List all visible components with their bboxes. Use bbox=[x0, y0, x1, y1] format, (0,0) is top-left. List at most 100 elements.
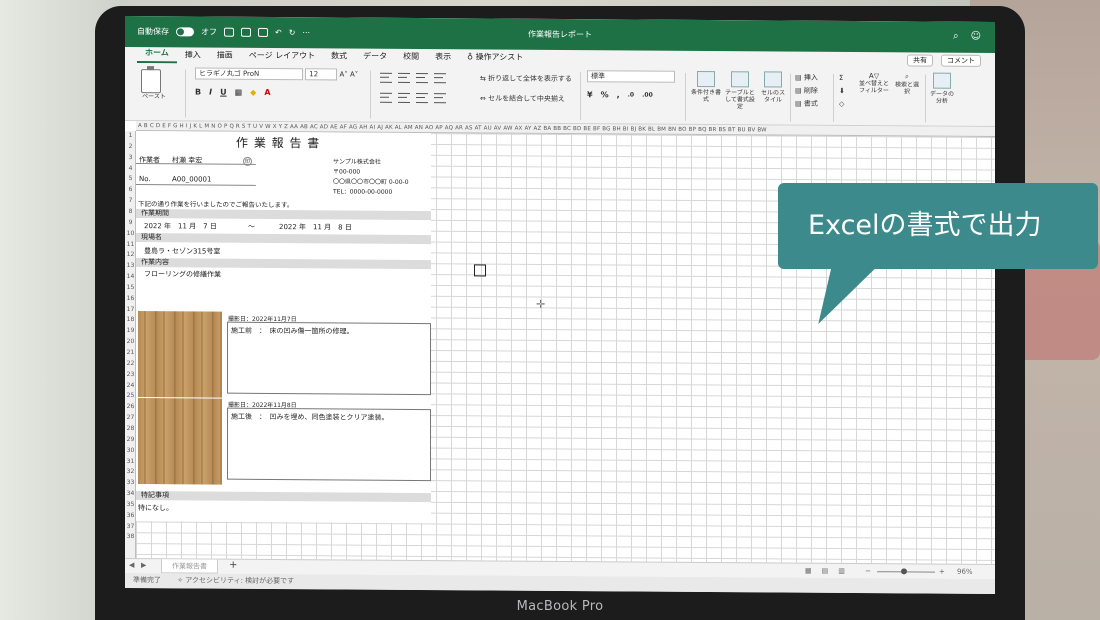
row-number[interactable]: 24 bbox=[125, 382, 136, 389]
search-icon[interactable]: ⌕ bbox=[953, 31, 959, 42]
comment-button[interactable]: コメント bbox=[941, 54, 981, 67]
page-layout-view-icon[interactable]: ▤ bbox=[822, 567, 829, 575]
zoom-in-icon[interactable]: + bbox=[939, 568, 945, 576]
row-number[interactable]: 16 bbox=[125, 295, 136, 302]
row-number[interactable]: 28 bbox=[125, 425, 136, 432]
table-format-button[interactable]: テーブルとして書式設定 bbox=[723, 71, 757, 110]
font-size-select[interactable]: 12 bbox=[305, 68, 338, 81]
sort-filter-button[interactable]: A▽ 並べ替えとフィルター bbox=[857, 72, 891, 94]
row-number[interactable]: 13 bbox=[125, 262, 136, 269]
tab-home[interactable]: ホーム bbox=[137, 47, 177, 64]
row-number[interactable]: 5 bbox=[125, 175, 136, 182]
orientation-icon[interactable] bbox=[434, 73, 446, 84]
row-number[interactable]: 20 bbox=[125, 338, 136, 345]
row-number[interactable]: 29 bbox=[125, 436, 136, 443]
conditional-format-button[interactable]: 条件付き書式 bbox=[691, 70, 721, 103]
row-number[interactable]: 15 bbox=[125, 284, 136, 291]
row-number[interactable]: 1 bbox=[125, 132, 136, 139]
increase-decimal-icon[interactable]: .0 bbox=[628, 91, 634, 98]
align-top-icon[interactable] bbox=[380, 72, 392, 83]
row-number[interactable]: 7 bbox=[125, 197, 136, 204]
row-number[interactable]: 34 bbox=[125, 490, 136, 497]
cell-style-button[interactable]: セルのスタイル bbox=[759, 71, 787, 104]
shrink-font-icon[interactable]: A˅ bbox=[350, 71, 358, 79]
merge-center-button[interactable]: ⇔ セルを結合して中央揃え bbox=[480, 93, 572, 104]
align-middle-icon[interactable] bbox=[398, 72, 410, 83]
format-cells-button[interactable]: ▤ 書式 bbox=[795, 98, 818, 111]
row-number[interactable]: 27 bbox=[125, 414, 136, 421]
fill-icon[interactable]: ⬇ bbox=[839, 85, 845, 98]
align-bottom-icon[interactable] bbox=[416, 72, 428, 84]
font-name-select[interactable]: ヒラギノ丸ゴ ProN bbox=[195, 67, 303, 81]
align-center-icon[interactable] bbox=[398, 92, 410, 103]
find-select-button[interactable]: ⌕ 検索と選択 bbox=[893, 72, 921, 95]
number-format-select[interactable]: 標準 bbox=[587, 70, 675, 83]
row-number[interactable]: 8 bbox=[125, 208, 136, 215]
row-number[interactable]: 18 bbox=[125, 316, 136, 323]
row-number[interactable]: 22 bbox=[125, 360, 136, 367]
sheet-tab[interactable]: 作業報告書 bbox=[161, 559, 218, 574]
page-break-view-icon[interactable]: ▥ bbox=[838, 567, 845, 575]
account-icon[interactable]: ☺ bbox=[971, 31, 981, 42]
tab-page-layout[interactable]: ページ レイアウト bbox=[241, 50, 323, 65]
row-number[interactable]: 4 bbox=[125, 165, 136, 172]
border-icon[interactable]: ▦ bbox=[235, 88, 243, 97]
row-number[interactable]: 3 bbox=[125, 154, 136, 161]
row-number[interactable]: 35 bbox=[125, 501, 136, 508]
row-number[interactable]: 37 bbox=[125, 523, 136, 530]
row-number[interactable]: 10 bbox=[125, 230, 136, 237]
zoom-out-icon[interactable]: − bbox=[865, 567, 871, 575]
paste-button[interactable]: ペースト bbox=[135, 67, 173, 100]
tell-me[interactable]: ♁ 操作アシスト bbox=[459, 51, 531, 66]
row-number[interactable]: 9 bbox=[125, 219, 136, 226]
italic-button[interactable]: I bbox=[209, 88, 212, 97]
indent-icon[interactable] bbox=[434, 93, 446, 104]
tab-view[interactable]: 表示 bbox=[427, 51, 459, 65]
data-analysis-button[interactable]: データの分析 bbox=[929, 72, 955, 105]
row-number[interactable]: 6 bbox=[125, 186, 136, 193]
row-number[interactable]: 23 bbox=[125, 371, 136, 378]
row-number[interactable]: 19 bbox=[125, 327, 136, 334]
underline-button[interactable]: U bbox=[220, 88, 227, 97]
row-number[interactable]: 33 bbox=[125, 479, 136, 486]
insert-cells-button[interactable]: ▤ 挿入 bbox=[795, 72, 818, 85]
tab-insert[interactable]: 挿入 bbox=[177, 49, 209, 63]
grow-font-icon[interactable]: A˄ bbox=[339, 70, 347, 78]
clear-icon[interactable]: ◇ bbox=[839, 98, 845, 111]
row-number[interactable]: 31 bbox=[125, 457, 136, 464]
row-number[interactable]: 17 bbox=[125, 306, 136, 313]
fill-color-icon[interactable]: ◆ bbox=[250, 88, 256, 97]
decrease-decimal-icon[interactable]: .00 bbox=[642, 92, 653, 99]
percent-icon[interactable]: % bbox=[601, 90, 609, 99]
next-sheet-icon[interactable]: ▶ bbox=[141, 561, 146, 569]
selected-cell[interactable] bbox=[474, 264, 486, 277]
tab-formulas[interactable]: 数式 bbox=[323, 50, 355, 64]
add-sheet-icon[interactable]: + bbox=[229, 560, 237, 571]
row-number[interactable]: 14 bbox=[125, 273, 136, 280]
tab-draw[interactable]: 描画 bbox=[209, 50, 241, 64]
font-color-icon[interactable]: A bbox=[264, 88, 270, 97]
normal-view-icon[interactable]: ▦ bbox=[805, 567, 812, 575]
prev-sheet-icon[interactable]: ◀ bbox=[129, 561, 134, 569]
row-number[interactable]: 25 bbox=[125, 392, 136, 399]
row-number[interactable]: 21 bbox=[125, 349, 136, 356]
tab-review[interactable]: 校閲 bbox=[395, 51, 427, 65]
row-number[interactable]: 26 bbox=[125, 403, 136, 410]
currency-icon[interactable]: ¥ bbox=[587, 90, 593, 99]
row-number[interactable]: 2 bbox=[125, 143, 136, 150]
align-left-icon[interactable] bbox=[380, 92, 392, 103]
row-number[interactable]: 38 bbox=[125, 533, 136, 540]
delete-cells-button[interactable]: ▤ 削除 bbox=[795, 85, 818, 98]
accessibility-icon[interactable]: ✧ bbox=[177, 576, 183, 584]
accessibility-status[interactable]: アクセシビリティ: 検討が必要です bbox=[185, 576, 294, 585]
zoom-slider-thumb[interactable] bbox=[901, 568, 907, 575]
row-number[interactable]: 36 bbox=[125, 512, 136, 519]
comma-icon[interactable]: , bbox=[617, 90, 620, 99]
row-number[interactable]: 32 bbox=[125, 468, 136, 475]
bold-button[interactable]: B bbox=[195, 87, 201, 96]
share-button[interactable]: 共有 bbox=[907, 54, 933, 67]
tab-data[interactable]: データ bbox=[355, 51, 395, 65]
align-right-icon[interactable] bbox=[416, 92, 428, 104]
row-number[interactable]: 11 bbox=[125, 240, 136, 247]
row-number[interactable]: 12 bbox=[125, 251, 136, 258]
